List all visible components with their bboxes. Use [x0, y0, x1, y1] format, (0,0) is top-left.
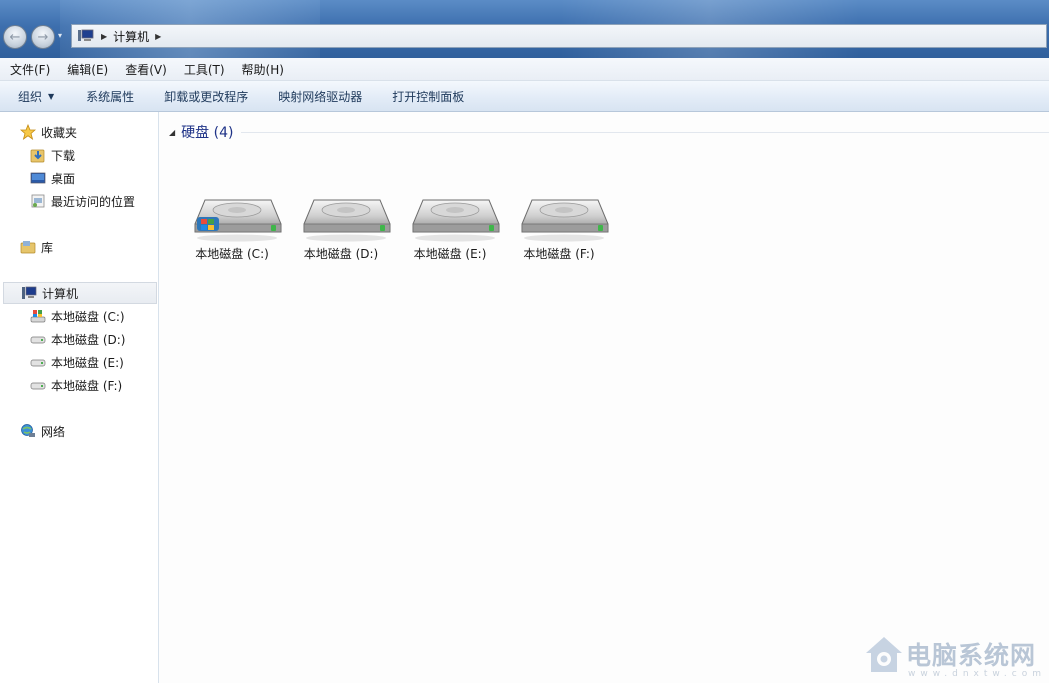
sidebar-item-label: 下载 — [51, 148, 76, 163]
sidebar-item-label: 收藏夹 — [41, 125, 78, 140]
menu-file[interactable]: 文件(F) — [0, 61, 57, 78]
sidebar-item-downloads[interactable]: 下载 — [0, 144, 157, 166]
address-bar[interactable]: ▶ 计算机 ▶ — [71, 24, 1047, 48]
desktop-icon — [30, 170, 46, 186]
sidebar-item-drive-e[interactable]: 本地磁盘 (E:) — [0, 351, 157, 373]
sidebar-item-label: 本地磁盘 (C:) — [51, 309, 125, 324]
sidebar-item-drive-d[interactable]: 本地磁盘 (D:) — [0, 328, 157, 350]
site-watermark: 电脑系统网 www.dnxtw.com — [862, 632, 1047, 682]
sidebar-item-network[interactable]: 网络 — [0, 420, 157, 442]
computer-icon — [21, 285, 37, 301]
open-control-panel-button[interactable]: 打开控制面板 — [374, 88, 464, 105]
sidebar-item-label: 最近访问的位置 — [51, 194, 136, 209]
recent-places-icon — [30, 193, 46, 209]
menu-bar: 文件(F) 编辑(E) 查看(V) 工具(T) 帮助(H) — [0, 58, 1049, 81]
map-network-drive-button[interactable]: 映射网络驱动器 — [260, 88, 362, 105]
forward-arrow-icon: → — [37, 29, 49, 45]
sidebar-item-label: 网络 — [41, 424, 66, 439]
watermark-url: www.dnxtw.com — [908, 669, 1047, 679]
breadcrumb-arrow-icon[interactable]: ▶ — [101, 32, 107, 41]
sidebar-item-computer[interactable]: 计算机 — [3, 282, 157, 304]
organize-label: 组织 — [18, 89, 43, 104]
group-title: 硬盘 (4) — [181, 125, 234, 141]
sidebar-item-drive-c[interactable]: 本地磁盘 (C:) — [0, 305, 157, 327]
star-icon — [19, 123, 37, 140]
breadcrumb-computer[interactable]: 计算机 — [113, 28, 149, 45]
house-logo-icon — [866, 637, 902, 672]
hard-drive-icon — [30, 354, 46, 370]
downloads-folder-icon — [30, 147, 46, 163]
back-button[interactable]: ← — [3, 25, 27, 49]
sidebar-item-desktop[interactable]: 桌面 — [0, 167, 157, 189]
sidebar-item-recent-places[interactable]: 最近访问的位置 — [0, 190, 157, 212]
hard-drive-icon — [30, 331, 46, 347]
organize-button[interactable]: 组织 ▼ — [0, 88, 54, 105]
uninstall-program-button[interactable]: 卸载或更改程序 — [146, 88, 248, 105]
sidebar-item-label: 本地磁盘 (E:) — [51, 355, 124, 370]
menu-view[interactable]: 查看(V) — [115, 61, 174, 78]
forward-button[interactable]: → — [31, 25, 55, 49]
library-icon — [20, 239, 36, 255]
content-pane: ◢ 硬盘 (4) 本地磁盘 (C:) 本地磁盘 (D:) 本地磁盘 (E:) 本… — [159, 112, 1049, 683]
drive-tile-d[interactable]: 本地磁盘 (D:) — [286, 188, 391, 268]
drive-label: 本地磁盘 (E:) — [413, 247, 487, 261]
network-icon — [20, 423, 36, 439]
sidebar-item-favorites[interactable]: 收藏夹 — [0, 121, 157, 143]
system-drive-icon — [30, 308, 46, 324]
dropdown-arrow-icon: ▼ — [48, 91, 55, 101]
sidebar-item-drive-f[interactable]: 本地磁盘 (F:) — [0, 374, 157, 396]
hard-drive-icon — [30, 377, 46, 393]
recent-pages-dropdown[interactable]: ▾ — [58, 31, 66, 41]
window-titlebar: ← → ▾ ▶ 计算机 ▶ — [0, 0, 1049, 58]
command-bar: 组织 ▼ 系统属性 卸载或更改程序 映射网络驱动器 打开控制面板 — [0, 81, 1049, 112]
back-arrow-icon: ← — [9, 29, 21, 45]
menu-edit[interactable]: 编辑(E) — [57, 61, 115, 78]
watermark-title: 电脑系统网 — [906, 641, 1037, 670]
system-drive-icon — [191, 188, 287, 242]
menu-help[interactable]: 帮助(H) — [232, 61, 291, 78]
sidebar-item-label: 计算机 — [42, 286, 79, 301]
sidebar-item-libraries[interactable]: 库 — [0, 236, 157, 258]
drive-tile-c[interactable]: 本地磁盘 (C:) — [177, 188, 282, 268]
hard-drive-icon — [518, 188, 614, 242]
breadcrumb-arrow-icon[interactable]: ▶ — [155, 32, 161, 41]
collapse-triangle-icon[interactable]: ◢ — [169, 128, 175, 137]
sidebar-item-label: 本地磁盘 (D:) — [51, 332, 126, 347]
drive-label: 本地磁盘 (C:) — [195, 247, 269, 261]
group-header-hard-disks[interactable]: ◢ 硬盘 (4) — [169, 122, 1049, 142]
sidebar-item-label: 桌面 — [51, 171, 76, 186]
computer-icon — [77, 29, 95, 43]
drive-label: 本地磁盘 (D:) — [303, 247, 379, 261]
navigation-pane: 收藏夹 下载 桌面 最近访问的位置 库 计算机 本地磁盘 (C:) 本地磁盘 (… — [0, 112, 159, 683]
drive-tile-e[interactable]: 本地磁盘 (E:) — [395, 188, 500, 268]
group-divider — [241, 131, 1049, 133]
menu-tools[interactable]: 工具(T) — [174, 61, 232, 78]
drive-tile-f[interactable]: 本地磁盘 (F:) — [504, 188, 609, 268]
hard-drive-icon — [409, 188, 505, 242]
drive-label: 本地磁盘 (F:) — [523, 247, 595, 261]
system-properties-button[interactable]: 系统属性 — [68, 88, 134, 105]
sidebar-item-label: 库 — [41, 240, 54, 255]
hard-drive-icon — [300, 188, 396, 242]
sidebar-item-label: 本地磁盘 (F:) — [51, 378, 123, 393]
